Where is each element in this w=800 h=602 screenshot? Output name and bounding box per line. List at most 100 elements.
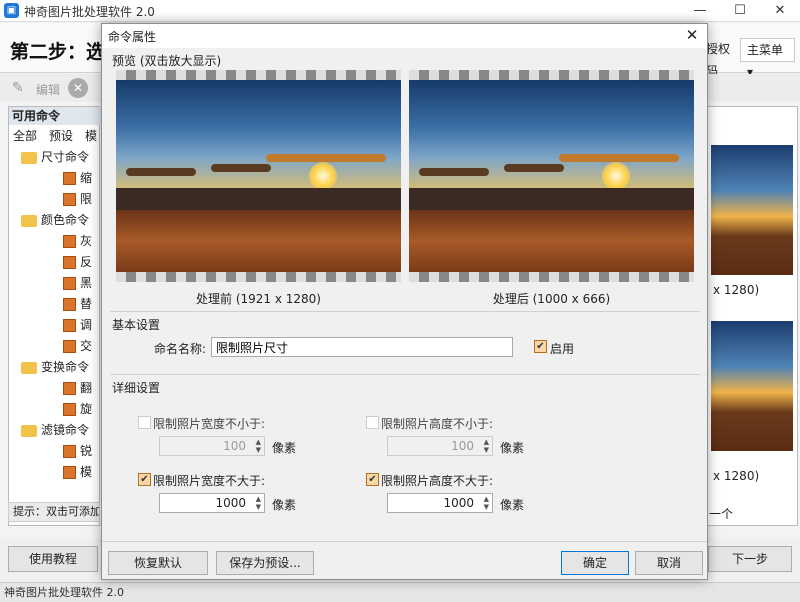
- right-panel-footer: 一个: [709, 507, 734, 521]
- tree-command-label: 旋: [80, 402, 93, 416]
- tree-command-item[interactable]: 反: [63, 252, 92, 273]
- command-cube-icon: [63, 256, 76, 269]
- tree-category-label: 变换命令: [41, 360, 90, 374]
- tree-command-item[interactable]: 交: [63, 336, 92, 357]
- divider: [110, 311, 700, 312]
- divider: [102, 541, 707, 542]
- tree-command-label: 锐: [80, 444, 93, 458]
- divider: [110, 374, 700, 375]
- spin-arrows-icon[interactable]: ▲ ▼: [256, 438, 261, 454]
- tree-command-label: 调: [80, 318, 93, 332]
- min-width-value: 100: [223, 439, 246, 453]
- spin-arrows-icon[interactable]: ▲ ▼: [256, 495, 261, 511]
- name-label: 命名名称:: [154, 342, 207, 356]
- command-properties-dialog: 命令属性 ✕ 预览 (双击放大显示) 处理前 (1921 x 1280) 处理后…: [101, 23, 708, 580]
- command-cube-icon: [63, 403, 76, 416]
- command-cube-icon: [63, 172, 76, 185]
- min-height-spinbox[interactable]: 100 ▲ ▼: [387, 436, 493, 456]
- preview-after-image[interactable]: [409, 70, 694, 282]
- ok-button[interactable]: 确定: [561, 551, 629, 575]
- thumbnail-image[interactable]: [711, 145, 793, 275]
- tree-command-label: 反: [80, 255, 93, 269]
- tree-command-label: 替: [80, 297, 93, 311]
- tree-command-item[interactable]: 缩: [63, 168, 92, 189]
- tree-command-label: 黑: [80, 276, 93, 290]
- command-tree: 尺寸命令缩限颜色命令灰反黑替调交变换命令翻旋滤镜命令锐模: [9, 147, 99, 487]
- tree-category[interactable]: 滤镜命令: [21, 420, 89, 441]
- basic-settings-label: 基本设置: [112, 318, 161, 332]
- reset-defaults-button[interactable]: 恢复默认: [108, 551, 208, 575]
- checker-strip: [409, 272, 694, 282]
- enable-label: 启用: [550, 342, 575, 356]
- spin-arrows-icon[interactable]: ▲ ▼: [484, 438, 489, 454]
- tree-command-item[interactable]: 黑: [63, 273, 92, 294]
- command-cube-icon: [63, 277, 76, 290]
- tree-category[interactable]: 颜色命令: [21, 210, 89, 231]
- max-width-value: 1000: [215, 496, 246, 510]
- left-panel: 可用命令 全部 预设 模 尺寸命令缩限颜色命令灰反黑替调交变换命令翻旋滤镜命令锐…: [8, 106, 101, 526]
- max-height-spinbox[interactable]: 1000 ▲ ▼: [387, 493, 493, 513]
- min-width-spinbox[interactable]: 100 ▲ ▼: [159, 436, 265, 456]
- max-width-spinbox[interactable]: 1000 ▲ ▼: [159, 493, 265, 513]
- max-height-unit: 像素: [500, 498, 525, 512]
- tree-command-item[interactable]: 翻: [63, 378, 92, 399]
- min-height-checkbox[interactable]: [366, 416, 379, 429]
- enable-checkbox[interactable]: ✔: [534, 340, 547, 353]
- tree-category[interactable]: 变换命令: [21, 357, 89, 378]
- dialog-close-button[interactable]: ✕: [682, 26, 702, 44]
- dialog-titlebar: [102, 24, 707, 48]
- app-logo-icon: ▣: [4, 3, 19, 18]
- tree-category[interactable]: 尺寸命令: [21, 147, 89, 168]
- thumbnail-image[interactable]: [711, 321, 793, 451]
- command-cube-icon: [63, 298, 76, 311]
- max-height-checkbox[interactable]: ✔: [366, 473, 379, 486]
- tree-command-label: 交: [80, 339, 93, 353]
- sunset-photo: [409, 80, 694, 272]
- tab-templates[interactable]: 模: [85, 127, 97, 145]
- checker-strip: [116, 70, 401, 80]
- tab-presets[interactable]: 预设: [49, 127, 73, 145]
- tutorial-button[interactable]: 使用教程: [8, 546, 98, 572]
- checker-strip: [116, 272, 401, 282]
- tree-command-item[interactable]: 旋: [63, 399, 92, 420]
- preview-group-label: 预览 (双击放大显示): [112, 54, 222, 68]
- min-height-label: 限制照片高度不小于:: [381, 417, 494, 431]
- thumbnail-caption: x 1280): [713, 283, 760, 297]
- folder-icon: [21, 361, 37, 374]
- spin-arrows-icon[interactable]: ▲ ▼: [484, 495, 489, 511]
- minimize-button[interactable]: —: [680, 0, 720, 22]
- tree-command-item[interactable]: 锐: [63, 441, 92, 462]
- command-cube-icon: [63, 235, 76, 248]
- command-cube-icon: [63, 319, 76, 332]
- left-panel-title: 可用命令: [9, 107, 101, 125]
- tree-command-item[interactable]: 替: [63, 294, 92, 315]
- tree-command-item[interactable]: 灰: [63, 231, 92, 252]
- max-width-checkbox[interactable]: ✔: [138, 473, 151, 486]
- tree-command-item[interactable]: 限: [63, 189, 92, 210]
- min-width-checkbox[interactable]: [138, 416, 151, 429]
- hint-bar: 提示：双击可添加: [8, 502, 100, 522]
- edit-button[interactable]: 编辑: [36, 81, 60, 98]
- step-title: 第二步：选: [10, 41, 106, 63]
- after-caption: 处理后 (1000 x 666): [492, 292, 611, 306]
- command-cube-icon: [63, 445, 76, 458]
- min-height-unit: 像素: [500, 441, 525, 455]
- next-step-button[interactable]: 下一步: [708, 546, 792, 572]
- thumbnail-caption: x 1280): [713, 469, 760, 483]
- tab-all[interactable]: 全部: [13, 127, 37, 145]
- tree-command-item[interactable]: 调: [63, 315, 92, 336]
- tree-command-item[interactable]: 模: [63, 462, 92, 483]
- maximize-button[interactable]: ☐: [720, 0, 760, 22]
- tree-command-label: 限: [80, 192, 93, 206]
- window-close-button[interactable]: ✕: [760, 0, 800, 22]
- save-preset-button[interactable]: 保存为预设...: [216, 551, 314, 575]
- max-width-label: 限制照片宽度不大于:: [153, 474, 266, 488]
- main-menu-button[interactable]: 主菜单▾: [740, 38, 795, 79]
- tree-category-label: 颜色命令: [41, 213, 90, 227]
- cancel-button[interactable]: 取消: [635, 551, 703, 575]
- delete-icon[interactable]: ✕: [68, 78, 88, 98]
- checker-strip: [409, 70, 694, 80]
- preview-before-image[interactable]: [116, 70, 401, 282]
- tree-command-label: 模: [80, 465, 93, 479]
- command-name-input[interactable]: [211, 337, 513, 357]
